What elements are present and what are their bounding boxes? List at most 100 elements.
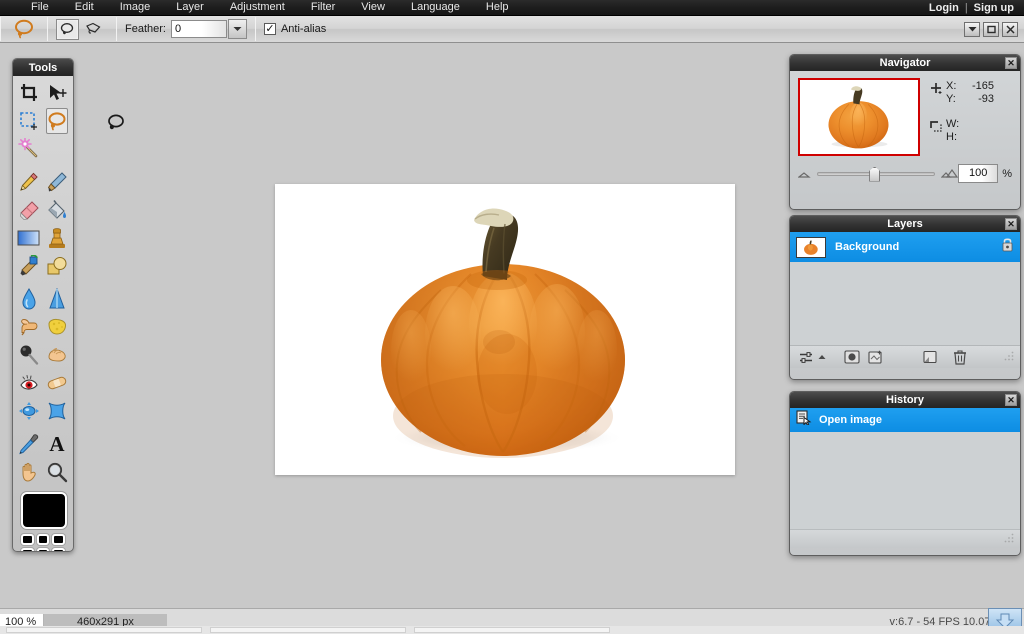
color-palette-swatches [21, 534, 65, 551]
layer-settings-menu-arrow[interactable] [816, 348, 828, 366]
dodge-lollipop-icon [20, 345, 39, 365]
new-layer-button[interactable] [921, 348, 941, 366]
lasso-polygon-mode-button[interactable] [82, 19, 105, 40]
navigator-thumbnail[interactable] [798, 78, 920, 156]
pencil-tool[interactable] [15, 168, 43, 196]
scroll-segment-2[interactable] [210, 627, 406, 633]
layers-footer-toolbar [790, 346, 1020, 368]
drawing-tool[interactable] [43, 252, 71, 280]
minimize-button[interactable] [964, 21, 980, 37]
navigator-title-label: Navigator [879, 57, 931, 69]
layers-resize-grip[interactable] [1004, 348, 1014, 366]
crop-icon [21, 84, 37, 101]
burn-tool[interactable] [43, 341, 71, 369]
login-link[interactable]: Login [929, 2, 959, 14]
spot-heal-tool[interactable] [43, 369, 71, 397]
list-item[interactable]: Open image [790, 408, 1020, 432]
navigator-zoom-input[interactable]: 100 [958, 164, 999, 183]
antialias-checkbox[interactable]: ✓ [263, 23, 276, 35]
menu-help[interactable]: Help [473, 0, 522, 15]
feather-dropdown-button[interactable] [227, 19, 247, 39]
antialias-group[interactable]: ✓ Anti-alias [256, 16, 339, 42]
sharpen-tool[interactable] [43, 285, 71, 313]
navigator-zoom-unit: % [1002, 167, 1012, 180]
close-icon: ✕ [1007, 58, 1015, 68]
clone-stamp-tool[interactable] [43, 224, 71, 252]
move-tool[interactable] [43, 79, 71, 107]
close-button[interactable] [1002, 21, 1018, 37]
dodge-tool[interactable] [15, 341, 43, 369]
menu-language[interactable]: Language [398, 0, 473, 15]
menu-file[interactable]: File [18, 0, 62, 15]
sponge-tool[interactable] [43, 313, 71, 341]
zoom-slider-handle[interactable] [869, 166, 881, 182]
smudge-tool[interactable] [15, 313, 43, 341]
pixlr-editor-window: File Edit Image Layer Adjustment Filter … [0, 0, 1024, 634]
navigator-zoom-slider[interactable] [817, 166, 936, 182]
pinch-tool[interactable] [43, 397, 71, 425]
gradient-tool[interactable] [15, 224, 43, 252]
layer-mask-button[interactable] [842, 348, 862, 366]
magnifier-icon [47, 462, 68, 483]
marquee-icon [20, 112, 37, 130]
eraser-tool[interactable] [15, 196, 43, 224]
blur-tool[interactable] [15, 285, 43, 313]
navigator-close-button[interactable]: ✕ [1005, 57, 1017, 69]
burn-hand-icon [48, 348, 66, 362]
feather-input[interactable]: 0 [170, 20, 227, 38]
layer-style-button[interactable] [866, 348, 886, 366]
red-eye-tool[interactable] [15, 369, 43, 397]
zoom-in-icon[interactable] [940, 165, 959, 183]
palette-swatch-3[interactable] [52, 534, 65, 545]
tool-options-bar: Feather: 0 ✓ Anti-alias [0, 16, 1024, 43]
marquee-select-tool[interactable] [15, 107, 43, 135]
layer-thumbnail [796, 236, 826, 258]
lasso-select-tool[interactable] [43, 107, 71, 135]
delete-layer-button[interactable] [950, 348, 970, 366]
menu-adjustment[interactable]: Adjustment [217, 0, 298, 15]
trash-icon [953, 349, 966, 365]
palette-swatch-1[interactable] [21, 534, 34, 545]
type-tool[interactable]: A [43, 430, 71, 458]
zoom-out-icon[interactable] [797, 165, 811, 183]
brush-tool[interactable] [43, 168, 71, 196]
menu-filter[interactable]: Filter [298, 0, 348, 15]
table-row[interactable]: Background [790, 232, 1020, 262]
wand-select-tool[interactable] [15, 135, 43, 163]
scroll-segment-1[interactable] [6, 627, 202, 633]
navigator-w-label: W: [946, 118, 960, 130]
scroll-segment-3[interactable] [414, 627, 610, 633]
crop-tool[interactable] [15, 79, 43, 107]
menu-edit[interactable]: Edit [62, 0, 107, 15]
foreground-color-swatch[interactable] [21, 492, 67, 529]
navigator-xy-values: X: -165 Y: -93 [946, 80, 994, 106]
menu-image[interactable]: Image [107, 0, 164, 15]
color-picker-tool[interactable] [15, 430, 43, 458]
bloat-tool[interactable] [15, 397, 43, 425]
menu-layer[interactable]: Layer [163, 0, 217, 15]
signup-link[interactable]: Sign up [974, 2, 1014, 14]
palette-swatch-5[interactable] [36, 548, 50, 551]
layers-close-button[interactable]: ✕ [1005, 218, 1017, 230]
palette-swatch-4[interactable] [21, 548, 34, 551]
image-canvas[interactable] [275, 184, 735, 475]
paint-bucket-tool[interactable] [43, 196, 71, 224]
layer-settings-button[interactable] [796, 348, 816, 366]
color-replace-tool[interactable] [15, 252, 43, 280]
history-close-button[interactable]: ✕ [1005, 394, 1017, 406]
menu-view[interactable]: View [348, 0, 398, 15]
lock-icon[interactable] [1001, 237, 1014, 257]
navigator-x-label: X: [946, 80, 957, 92]
zoom-tool[interactable] [43, 458, 71, 486]
maximize-button[interactable] [983, 21, 999, 37]
palette-swatch-6[interactable] [52, 548, 65, 551]
history-panel-title: History ✕ [790, 392, 1020, 408]
red-eye-icon [20, 375, 38, 390]
lasso-free-mode-button[interactable] [56, 18, 79, 40]
history-resize-grip[interactable] [1004, 530, 1014, 548]
close-icon [1005, 24, 1015, 34]
palette-swatch-2[interactable] [36, 534, 50, 545]
move-arrow-icon [50, 85, 67, 100]
hand-tool[interactable] [15, 458, 43, 486]
layers-panel-title: Layers ✕ [790, 216, 1020, 232]
